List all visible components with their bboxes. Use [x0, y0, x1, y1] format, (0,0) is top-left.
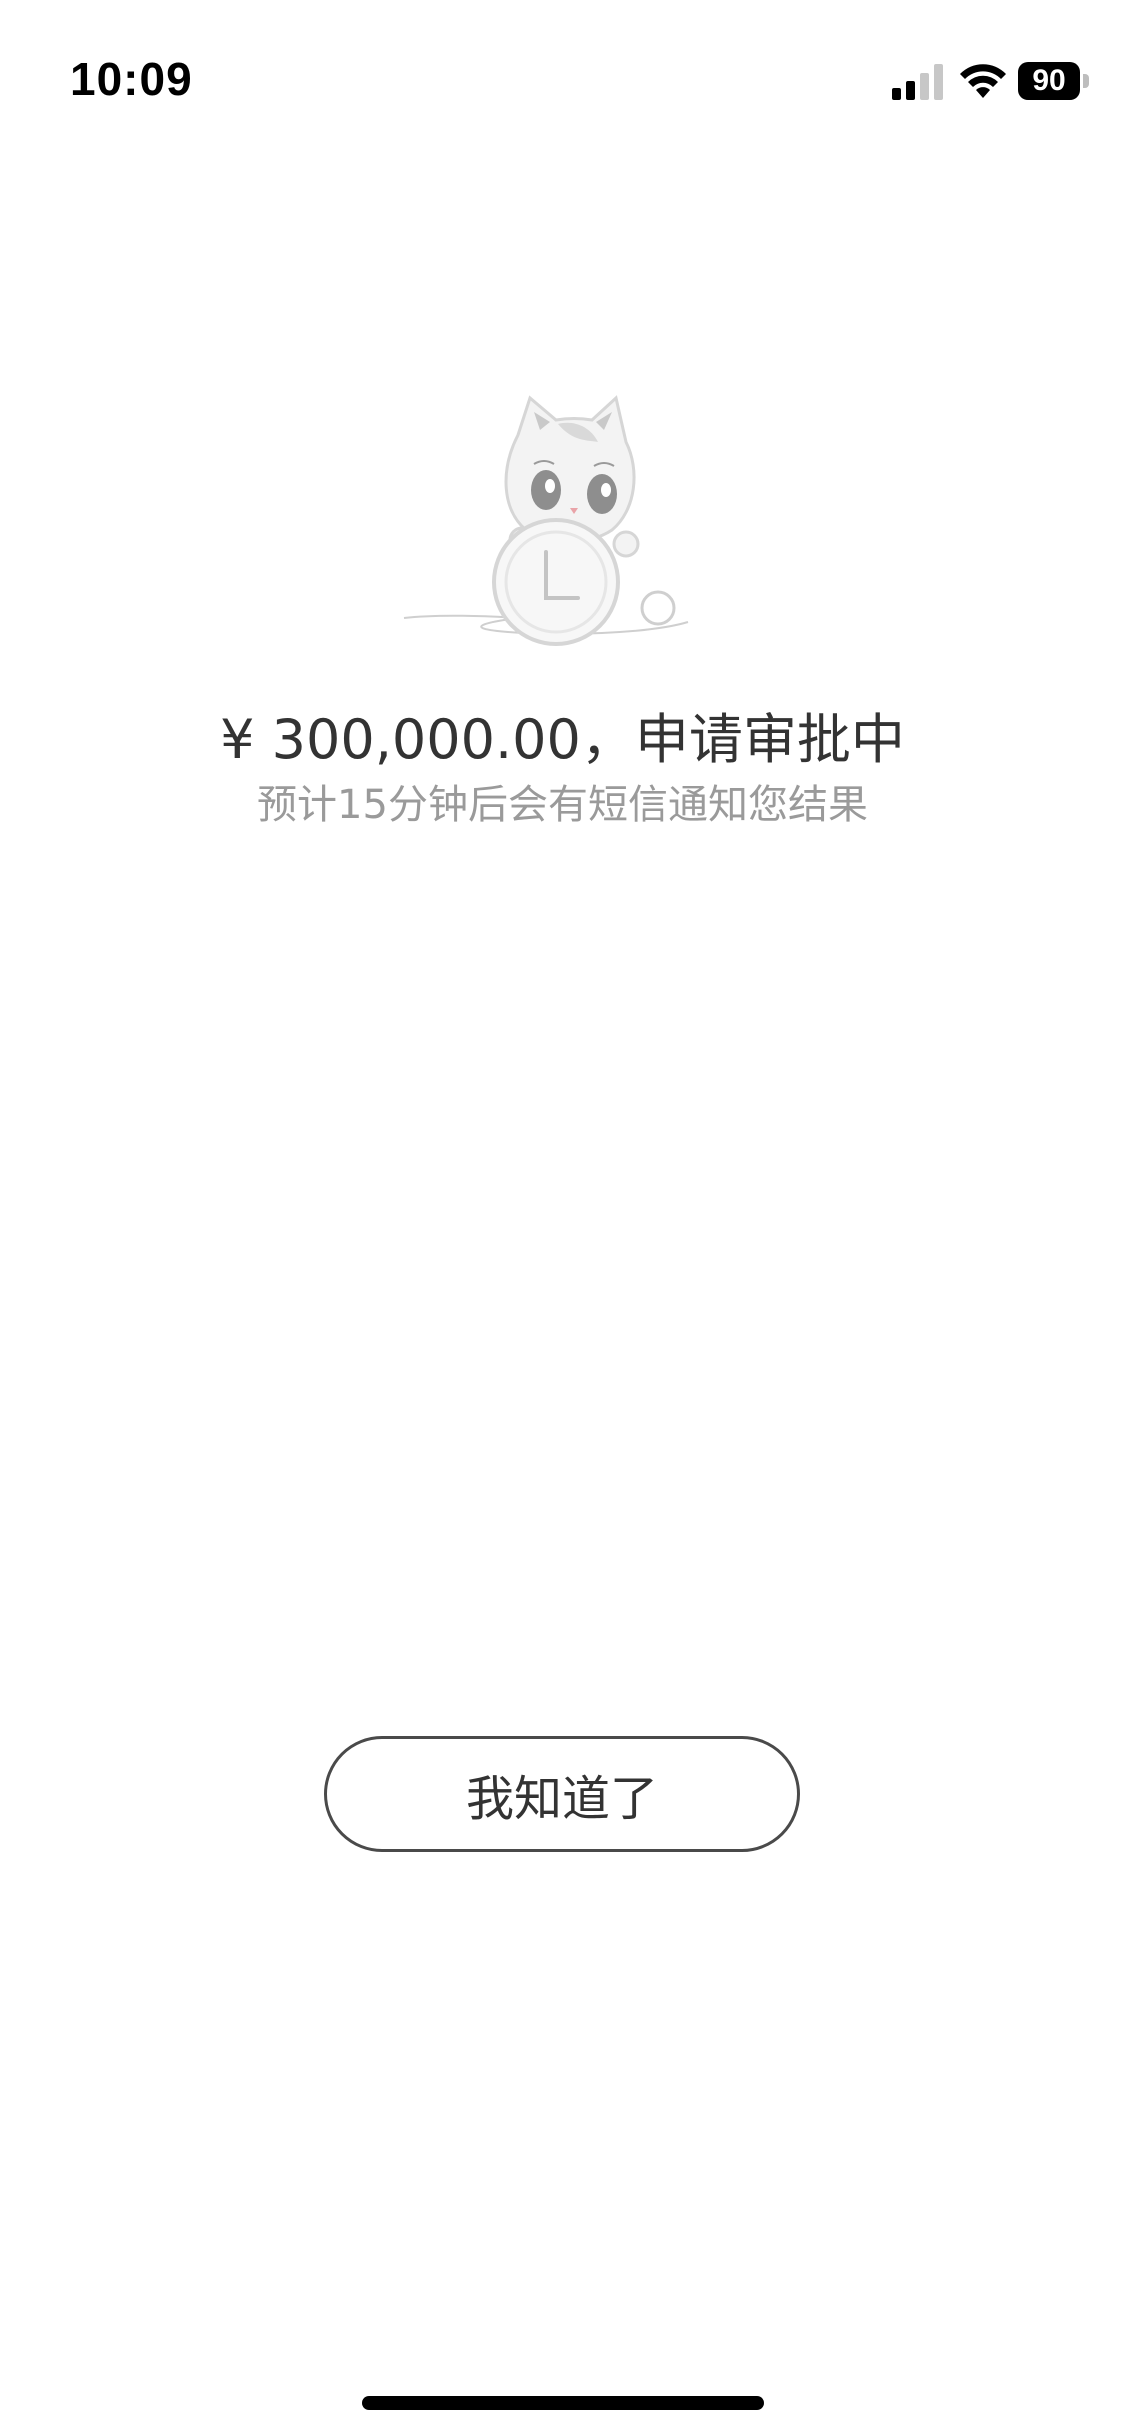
approval-status-title: ¥ 300,000.00，申请审批中 — [220, 708, 905, 771]
cellular-signal-icon — [892, 64, 943, 100]
wifi-icon — [960, 64, 1006, 98]
status-time: 10:09 — [70, 53, 193, 105]
got-it-button[interactable]: 我知道了 — [324, 1736, 800, 1852]
home-indicator[interactable] — [362, 2396, 764, 2410]
sms-notice-text: 预计15分钟后会有短信通知您结果 — [257, 782, 868, 828]
battery-level: 90 — [1018, 62, 1080, 100]
cat-clock-illustration — [403, 395, 689, 646]
status-bar: 10:09 90 — [0, 0, 1125, 140]
battery-icon: 90 — [1018, 62, 1090, 100]
battery-cap — [1083, 74, 1089, 88]
